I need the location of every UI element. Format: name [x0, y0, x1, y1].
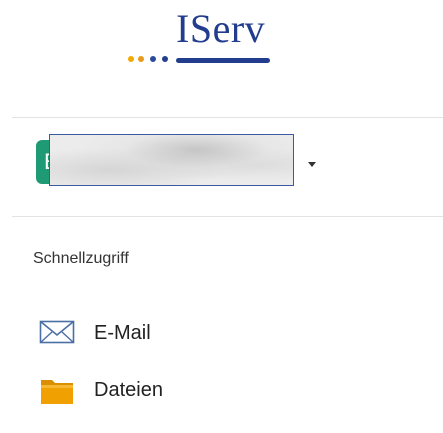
redacted-username-overlay: [49, 134, 294, 186]
logo-dot: [138, 56, 144, 62]
divider: [12, 117, 443, 118]
nav-item-label: Dateien: [94, 379, 163, 401]
logo-text: IServ: [176, 6, 266, 51]
nav-item-files[interactable]: Dateien: [12, 370, 432, 410]
logo-underline-bar: [176, 58, 270, 63]
divider: [12, 216, 443, 217]
caret-down-icon: [308, 162, 316, 167]
quick-access-heading: Schnellzugriff: [33, 250, 129, 267]
iserv-logo[interactable]: IServ: [128, 4, 288, 68]
nav-item-email[interactable]: E-Mail: [12, 313, 432, 353]
logo-dot: [128, 56, 134, 62]
nav-item-label: E-Mail: [94, 322, 151, 344]
sidebar-panel: IServ E n Schnellzugriff E-Mail: [0, 0, 443, 433]
envelope-icon: [38, 313, 78, 353]
folder-icon: [38, 370, 78, 410]
logo-dot: [162, 56, 168, 62]
logo-dot: [150, 56, 156, 62]
